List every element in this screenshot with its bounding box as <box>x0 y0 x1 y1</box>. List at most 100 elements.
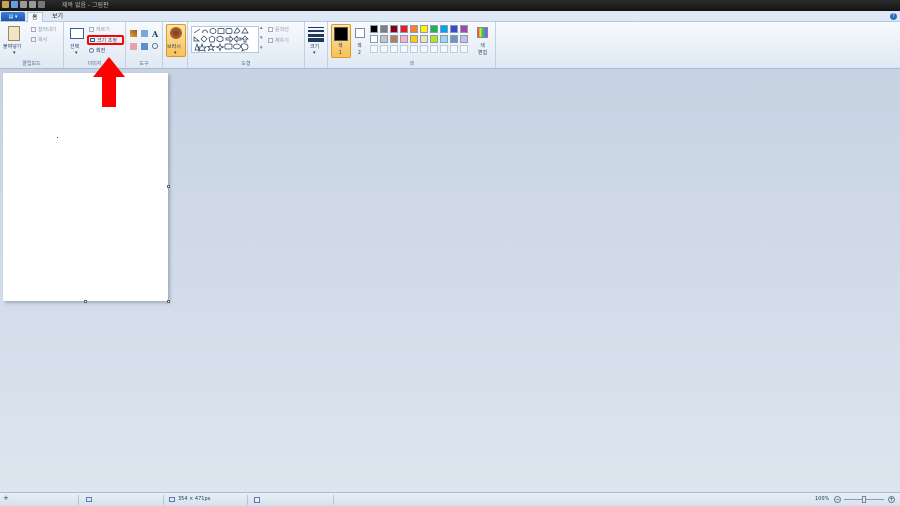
color-swatch[interactable] <box>440 25 448 33</box>
paste-dropdown-arrow[interactable]: ▾ <box>13 50 16 56</box>
color-swatch[interactable] <box>460 35 468 43</box>
text-tool-icon[interactable]: A <box>152 29 158 39</box>
color-swatch[interactable] <box>430 35 438 43</box>
fill-bucket-icon[interactable] <box>141 30 148 37</box>
help-icon[interactable]: ? <box>890 13 897 20</box>
color-swatch[interactable] <box>440 35 448 43</box>
color-palette <box>370 25 474 57</box>
undo-icon[interactable] <box>20 1 27 8</box>
custom-color-slot[interactable] <box>380 45 388 53</box>
shapes-scroll-up[interactable]: ▴ <box>260 25 263 31</box>
brush-icon <box>170 27 182 39</box>
zoom-level: 100% <box>815 496 830 502</box>
resize-handle-right[interactable] <box>167 185 170 188</box>
color-swatch[interactable] <box>460 25 468 33</box>
cut-button[interactable]: 잘라내기 <box>38 26 56 33</box>
color2-swatch[interactable] <box>355 28 365 38</box>
custom-color-slot[interactable] <box>420 45 428 53</box>
custom-color-slot[interactable] <box>370 45 378 53</box>
fill-icon <box>268 38 273 43</box>
zoom-out-icon[interactable]: − <box>834 496 841 503</box>
select-button[interactable]: 선택 <box>70 43 79 50</box>
magnifier-icon[interactable] <box>152 43 158 49</box>
custom-color-slot[interactable] <box>400 45 408 53</box>
color-swatch[interactable] <box>430 25 438 33</box>
custom-color-slot[interactable] <box>410 45 418 53</box>
rotate-icon[interactable] <box>89 48 94 53</box>
size-button[interactable]: 크기 <box>310 43 319 50</box>
shapes-gallery[interactable] <box>191 26 259 53</box>
color-swatch[interactable] <box>410 35 418 43</box>
ribbon-tab-row: ▤ ▾ 홈 보기 ? <box>0 11 900 22</box>
redo-icon[interactable] <box>29 1 36 8</box>
canvas-area[interactable] <box>0 69 900 492</box>
size-dropdown-arrow[interactable]: ▾ <box>313 50 316 56</box>
color-swatch[interactable] <box>380 25 388 33</box>
save-icon[interactable] <box>11 1 18 8</box>
edit-colors-button[interactable]: 색 편집 <box>478 43 487 57</box>
copy-icon[interactable] <box>31 37 36 42</box>
select-dropdown-arrow[interactable]: ▾ <box>75 50 78 56</box>
shapes-gallery-icons[interactable] <box>192 27 258 52</box>
outline-button[interactable]: 윤곽선 <box>275 26 289 33</box>
title-bar: 제목 없음 - 그림판 <box>0 0 900 11</box>
eraser-icon[interactable] <box>130 43 137 50</box>
size-icon[interactable] <box>308 26 324 42</box>
file-menu-button[interactable]: ▤ ▾ <box>1 12 25 21</box>
color-swatch[interactable] <box>420 35 428 43</box>
color-swatch[interactable] <box>400 35 408 43</box>
color-swatch[interactable] <box>390 25 398 33</box>
palette-row-primary <box>370 25 474 34</box>
color-swatch[interactable] <box>450 35 458 43</box>
brushes-label: 브러시 <box>167 44 181 50</box>
color-swatch[interactable] <box>420 25 428 33</box>
customize-icon[interactable] <box>38 1 45 8</box>
file-size-icon <box>254 497 260 503</box>
color-swatch[interactable] <box>370 25 378 33</box>
resize-button[interactable]: 크기 조정 <box>97 37 117 44</box>
paste-button[interactable]: 붙여넣기 <box>3 43 21 50</box>
zoom-in-icon[interactable]: + <box>888 496 895 503</box>
drawing-canvas[interactable] <box>3 73 168 301</box>
fill-button[interactable]: 채우기 <box>275 37 289 44</box>
edit-colors-icon[interactable] <box>477 27 488 38</box>
color-swatch[interactable] <box>400 25 408 33</box>
palette-row-custom <box>370 45 474 54</box>
color2-label[interactable]: 색 2 <box>357 43 362 57</box>
brushes-dropdown-arrow[interactable]: ▾ <box>174 50 177 56</box>
crop-icon[interactable] <box>89 27 94 32</box>
custom-color-slot[interactable] <box>440 45 448 53</box>
custom-color-slot[interactable] <box>390 45 398 53</box>
tab-home[interactable]: 홈 <box>27 12 43 22</box>
crop-button[interactable]: 자르기 <box>96 26 110 33</box>
resize-icon[interactable] <box>90 38 95 42</box>
group-label-colors: 색 <box>409 61 414 67</box>
pencil-icon[interactable] <box>130 30 137 37</box>
cut-icon[interactable] <box>31 27 36 32</box>
select-icon[interactable] <box>70 28 84 39</box>
canvas-dimensions: 354 × 471px <box>178 496 211 502</box>
color-swatch[interactable] <box>370 35 378 43</box>
selection-size-icon <box>86 497 92 502</box>
paste-icon[interactable] <box>8 26 20 41</box>
shapes-scroll-down[interactable]: ▾ <box>260 35 263 41</box>
shapes-expand[interactable]: ▾ <box>260 45 263 51</box>
zoom-slider-thumb[interactable] <box>862 496 866 503</box>
custom-color-slot[interactable] <box>450 45 458 53</box>
palette-row-secondary <box>370 35 474 44</box>
color1-swatch <box>334 27 348 41</box>
copy-button[interactable]: 복사 <box>38 36 47 43</box>
custom-color-slot[interactable] <box>460 45 468 53</box>
color-swatch[interactable] <box>390 35 398 43</box>
color-swatch[interactable] <box>380 35 388 43</box>
app-icon[interactable] <box>2 1 9 8</box>
color-picker-icon[interactable] <box>141 43 148 50</box>
color-swatch[interactable] <box>410 25 418 33</box>
custom-color-slot[interactable] <box>430 45 438 53</box>
resize-handle-bottom[interactable] <box>84 300 87 303</box>
resize-handle-corner[interactable] <box>167 300 170 303</box>
color-swatch[interactable] <box>450 25 458 33</box>
cursor-position-icon: + <box>3 494 9 502</box>
tab-view[interactable]: 보기 <box>48 12 67 22</box>
rotate-button[interactable]: 회전 <box>96 47 105 54</box>
